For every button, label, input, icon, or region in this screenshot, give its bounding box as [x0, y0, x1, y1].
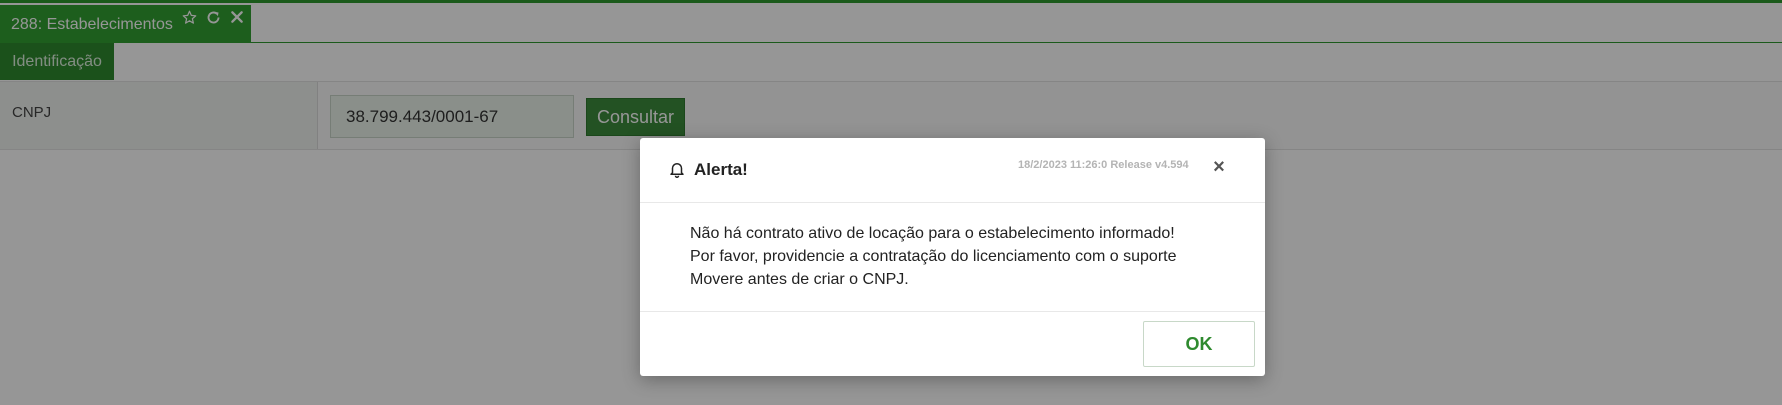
dialog-title: Alerta! — [694, 160, 748, 179]
release-info: 18/2/2023 11:26:0 Release v4.594 — [1018, 159, 1189, 171]
dialog-header: Alerta! 18/2/2023 11:26:0 Release v4.594… — [640, 138, 1265, 203]
bell-icon — [668, 160, 686, 178]
message-line: Movere antes de criar o CNPJ. — [690, 271, 909, 288]
dialog-message: Não há contrato ativo de locação para o … — [690, 222, 1210, 291]
alert-dialog: Alerta! 18/2/2023 11:26:0 Release v4.594… — [640, 138, 1265, 376]
dialog-close-icon[interactable]: × — [1208, 156, 1230, 178]
dialog-footer: OK — [640, 311, 1265, 376]
message-line: Não há contrato ativo de locação para o … — [690, 225, 1175, 242]
ok-button[interactable]: OK — [1143, 321, 1255, 367]
message-line: Por favor, providencie a contratação do … — [690, 248, 1177, 265]
